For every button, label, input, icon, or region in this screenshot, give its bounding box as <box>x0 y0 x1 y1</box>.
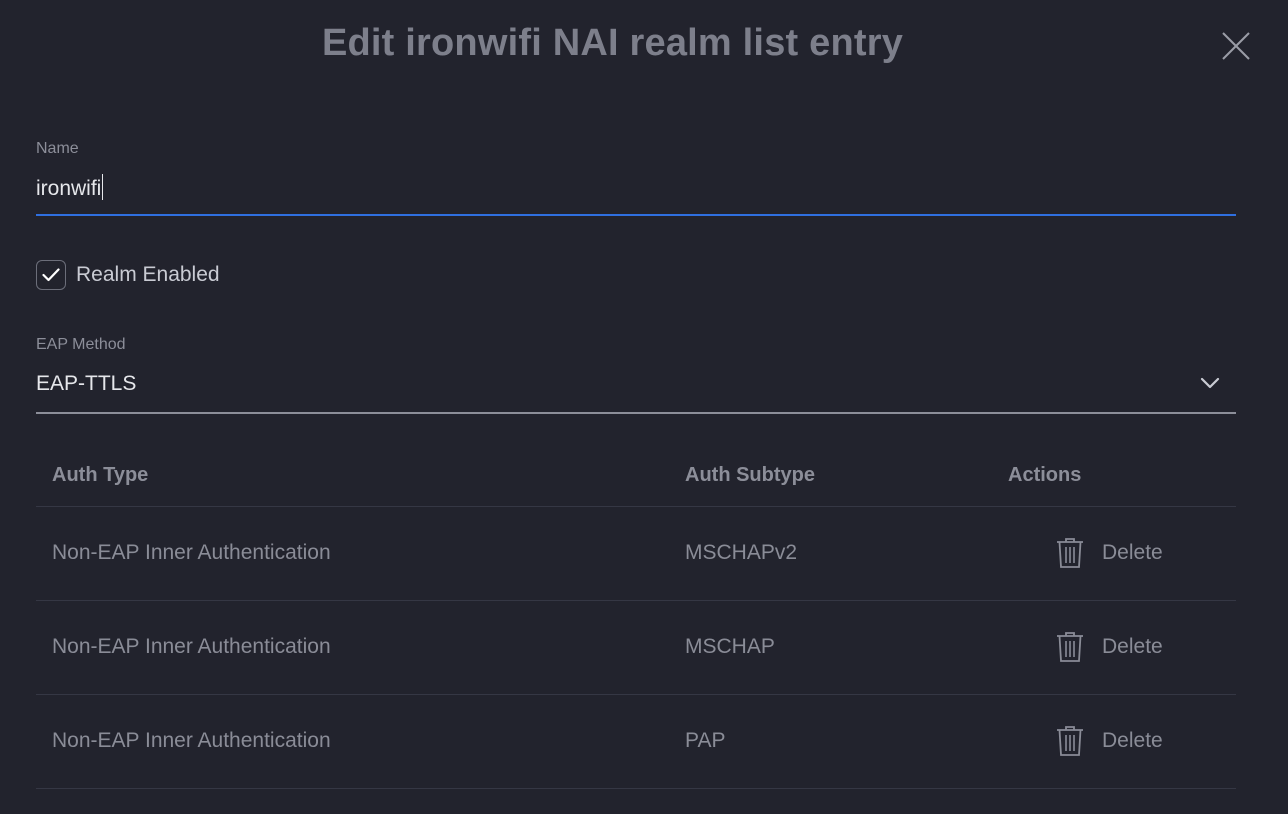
header-auth-subtype: Auth Subtype <box>685 464 815 486</box>
dialog-title: Edit ironwifi NAI realm list entry <box>321 22 904 64</box>
name-label: Name <box>36 140 79 157</box>
eap-method-select[interactable]: EAP-TTLS <box>36 364 1236 414</box>
eap-method-value: EAP-TTLS <box>36 372 137 395</box>
trash-icon <box>1057 538 1083 568</box>
auth-type-cell: Non-EAP Inner Authentication <box>52 635 331 658</box>
delete-label: Delete <box>1102 635 1163 658</box>
auth-subtype-cell: MSCHAP <box>685 635 775 658</box>
delete-label: Delete <box>1102 541 1163 564</box>
chevron-down-icon <box>1200 377 1220 389</box>
auth-table: Auth Type Auth Subtype Actions Non-EAP I… <box>36 446 1236 789</box>
table-row: Non-EAP Inner Authentication PAP Delete <box>36 695 1236 789</box>
name-input-value: ironwifi <box>36 177 102 200</box>
table-row: Non-EAP Inner Authentication MSCHAPv2 De… <box>36 507 1236 601</box>
trash-icon <box>1057 632 1083 662</box>
auth-subtype-cell: MSCHAPv2 <box>685 541 798 564</box>
name-input[interactable]: ironwifi <box>36 168 1236 216</box>
delete-button[interactable]: Delete <box>1056 631 1163 663</box>
realm-enabled-toggle[interactable]: Realm Enabled <box>36 259 220 291</box>
header-actions: Actions <box>1008 464 1082 486</box>
trash-icon <box>1057 726 1083 756</box>
text-caret <box>102 174 104 200</box>
delete-button[interactable]: Delete <box>1056 725 1163 757</box>
close-button[interactable] <box>1220 30 1252 62</box>
checkmark-icon <box>42 268 60 282</box>
delete-button[interactable]: Delete <box>1056 537 1163 569</box>
auth-subtype-cell: PAP <box>685 729 726 752</box>
realm-enabled-label: Realm Enabled <box>76 263 220 286</box>
eap-method-label: EAP Method <box>36 336 126 353</box>
edit-realm-dialog: Edit ironwifi NAI realm list entry Name … <box>0 0 1288 814</box>
header-auth-type: Auth Type <box>52 464 149 486</box>
auth-type-cell: Non-EAP Inner Authentication <box>52 729 331 752</box>
close-icon <box>1222 32 1250 60</box>
table-row: Non-EAP Inner Authentication MSCHAP Dele… <box>36 601 1236 695</box>
delete-label: Delete <box>1102 729 1163 752</box>
auth-type-cell: Non-EAP Inner Authentication <box>52 541 331 564</box>
table-header: Auth Type Auth Subtype Actions <box>36 446 1236 507</box>
realm-enabled-checkbox[interactable] <box>36 260 66 290</box>
